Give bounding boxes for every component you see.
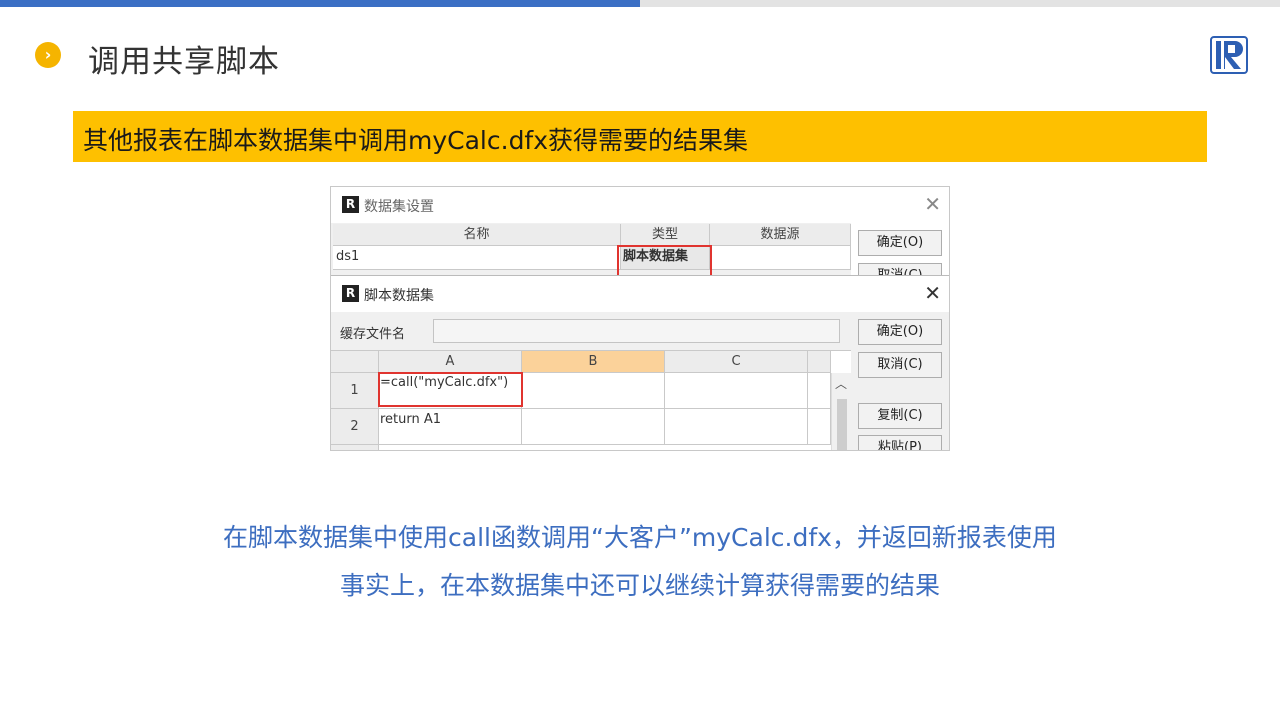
top-gray-bar xyxy=(640,0,1280,7)
cell-c2[interactable] xyxy=(665,409,808,445)
script-dialog-title: 脚本数据集 xyxy=(364,288,434,304)
script-dataset-dialog: R 脚本数据集 ✕ 缓存文件名 确定(O) 取消(C) 复制(C) 粘贴(P) … xyxy=(331,275,949,450)
vertical-scrollbar[interactable]: ︿ xyxy=(831,373,852,450)
dataset-source-cell[interactable] xyxy=(710,246,851,270)
dialog-screenshot: R 数据集设置 ✕ 名称 类型 数据源 ds1 脚本数据集 确定(O) 取消(C… xyxy=(330,186,950,451)
cell-b1[interactable] xyxy=(522,373,665,409)
paste-button[interactable]: 粘贴(P) xyxy=(858,435,942,450)
script-ok-button[interactable]: 确定(O) xyxy=(858,319,942,345)
dataset-settings-dialog: R 数据集设置 ✕ 名称 类型 数据源 ds1 脚本数据集 确定(O) 取消(C… xyxy=(331,187,949,289)
column-header-name[interactable]: 名称 xyxy=(333,224,621,246)
type-highlight-box xyxy=(617,245,712,278)
cell-d1[interactable] xyxy=(808,373,831,409)
chevron-right-icon: › xyxy=(35,42,61,68)
dataset-dialog-title: 数据集设置 xyxy=(364,199,434,215)
cell-d2[interactable] xyxy=(808,409,831,445)
dataset-name-cell[interactable]: ds1 xyxy=(333,246,621,270)
row-number-1[interactable]: 1 xyxy=(331,373,379,409)
top-accent-bar xyxy=(0,0,640,7)
cache-file-input[interactable] xyxy=(433,319,840,343)
cell-c1[interactable] xyxy=(665,373,808,409)
banner-text: 其他报表在脚本数据集中调用myCalc.dfx获得需要的结果集 xyxy=(83,126,749,155)
app-icon: R xyxy=(342,285,359,302)
copy-button[interactable]: 复制(C) xyxy=(858,403,942,429)
cell-a2[interactable]: return A1 xyxy=(379,409,522,445)
close-icon[interactable]: ✕ xyxy=(924,281,941,305)
row-number-2[interactable]: 2 xyxy=(331,409,379,445)
scroll-up-icon[interactable]: ︿ xyxy=(835,375,847,392)
raqsoft-logo-icon xyxy=(1210,36,1248,74)
column-header-datasource[interactable]: 数据源 xyxy=(710,224,851,246)
dataset-dialog-titlebar: R 数据集设置 ✕ xyxy=(331,187,949,223)
column-header-type[interactable]: 类型 xyxy=(621,224,710,246)
column-header-a[interactable]: A xyxy=(379,351,522,373)
close-icon[interactable]: ✕ xyxy=(924,192,941,216)
caption-line-2: 事实上，在本数据集中还可以继续计算获得需要的结果 xyxy=(339,571,940,600)
cache-file-label: 缓存文件名 xyxy=(340,327,406,342)
column-header-d[interactable] xyxy=(808,351,831,373)
formula-highlight-box xyxy=(378,372,523,407)
column-header-c[interactable]: C xyxy=(665,351,808,373)
scrollbar-thumb[interactable] xyxy=(837,399,847,450)
grid-corner xyxy=(331,351,379,373)
row-number-3[interactable] xyxy=(331,445,379,450)
app-icon: R xyxy=(342,196,359,213)
caption-line-1: 在脚本数据集中使用call函数调用“大客户”myCalc.dfx，并返回新报表使… xyxy=(223,523,1057,552)
column-header-b[interactable]: B xyxy=(522,351,665,373)
script-dialog-titlebar: R 脚本数据集 ✕ xyxy=(331,276,949,312)
highlight-banner: 其他报表在脚本数据集中调用myCalc.dfx获得需要的结果集 xyxy=(73,111,1207,162)
slide-title: 调用共享脚本 xyxy=(88,44,280,80)
cell-b2[interactable] xyxy=(522,409,665,445)
script-cancel-button[interactable]: 取消(C) xyxy=(858,352,942,378)
dataset-ok-button[interactable]: 确定(O) xyxy=(858,230,942,256)
